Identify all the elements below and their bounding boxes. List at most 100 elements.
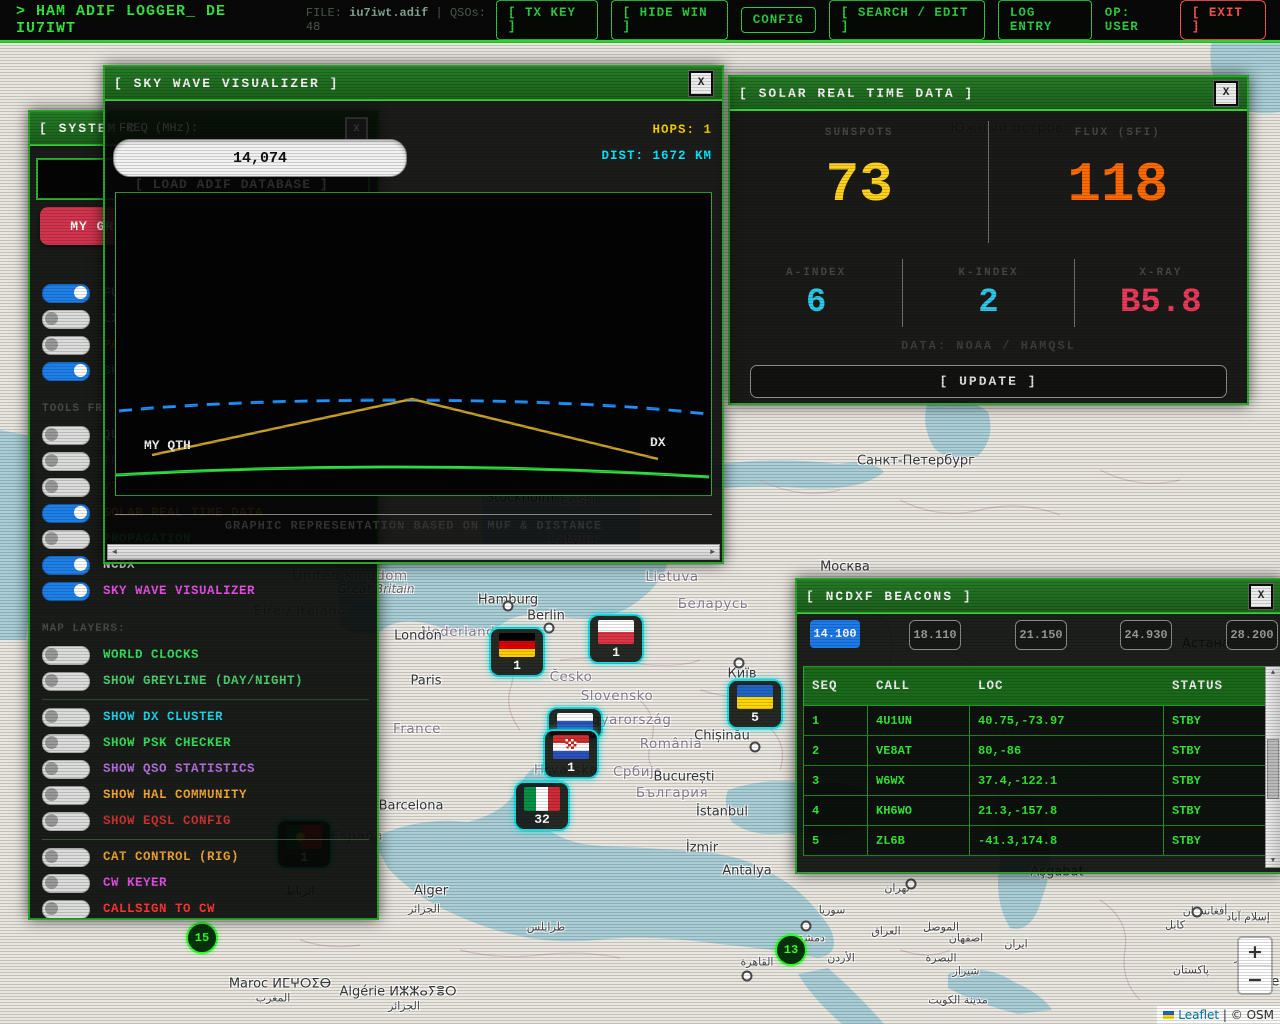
toggle-switch-show-psk-checker[interactable]: [42, 734, 90, 753]
toggle-switch-show[interactable]: [42, 362, 90, 381]
ncdxf-tab-24.930[interactable]: 24.930: [1120, 620, 1172, 650]
freq-input[interactable]: [113, 139, 407, 177]
map-zoom-in-button[interactable]: +: [1239, 938, 1271, 965]
flag-marker-germany[interactable]: 1: [489, 627, 545, 677]
solar-close-button[interactable]: X: [1214, 81, 1238, 106]
scroll-down-icon[interactable]: ▼: [1266, 857, 1280, 865]
ncdxf-scrollbar[interactable]: ▲ ▼: [1265, 666, 1280, 868]
map-label: България: [636, 785, 708, 801]
top-bar-actions: [ TX KEY ] [ HIDE WIN ] CONFIG [ SEARCH / E…: [496, 0, 1266, 40]
scroll-up-icon[interactable]: ▲: [1266, 669, 1280, 677]
toggle-switch-text[interactable]: [42, 452, 90, 471]
solar-metric-k-index: K-INDEX2: [902, 255, 1074, 333]
beacon-cell: 3: [804, 766, 868, 796]
toggle-switch-show-dx-cluster[interactable]: [42, 708, 90, 727]
skywave-close-button[interactable]: X: [689, 71, 713, 96]
toggle-switch-part[interactable]: [42, 336, 90, 355]
cluster-marker[interactable]: 13: [775, 934, 807, 966]
toggle-switch-show-greyline-day-night[interactable]: [42, 672, 90, 691]
beacon-cell: KH6WO: [868, 796, 970, 826]
city-dot-icon: [750, 742, 761, 753]
app-screen: Санкт-ПетербургМоскваStockholmEestiLatvi…: [0, 0, 1280, 1024]
toggle-knob: [45, 876, 58, 889]
toggle-switch-callsign-to-cw[interactable]: [42, 900, 90, 919]
toggle-row-show-psk-checker: SHOW PSK CHECKER: [42, 730, 369, 756]
solar-titlebar[interactable]: [ SOLAR REAL TIME DATA ] X: [730, 77, 1247, 111]
ncdxf-tab-14.100[interactable]: 14.100: [810, 620, 860, 648]
solar-metric-x-ray: X-RAYB5.8: [1075, 255, 1247, 333]
operator-label: OP: USER: [1105, 6, 1167, 34]
section-header: MAP LAYERS:: [42, 616, 369, 642]
beacon-row-W6WX[interactable]: 3W6WX37.4,-122.1STBY: [803, 766, 1266, 796]
toggle-row-cw-keyer: CW KEYER: [42, 870, 369, 896]
toggle-row-sky-wave-visualizer: SKY WAVE VISUALIZER: [42, 578, 369, 604]
topbar-button-tx-key[interactable]: [ TX KEY ]: [496, 0, 598, 40]
file-info: FILE: iu7iwt.adif | QSOs: 48: [306, 6, 496, 34]
scroll-left-icon[interactable]: ◄: [108, 548, 121, 557]
toggle-switch-quic[interactable]: [42, 426, 90, 445]
ncdxf-titlebar[interactable]: [ NCDXF BEACONS ] X: [797, 580, 1280, 614]
ncdxf-tab-18.110[interactable]: 18.110: [909, 620, 961, 650]
beacon-cell: 2: [804, 736, 868, 766]
hops-readout: HOPS: 1: [652, 123, 712, 137]
toggle-switch-world-clocks[interactable]: [42, 646, 90, 665]
skywave-scrollbar[interactable]: ◄ ►: [107, 544, 720, 560]
toggle-row-show-eqsl-config: SHOW EQSL CONFIG: [42, 808, 369, 834]
solar-divider: [902, 259, 903, 327]
toggle-switch-propagation[interactable]: [42, 530, 90, 549]
cluster-marker[interactable]: 15: [186, 922, 218, 954]
dist-value: 1672 KM: [652, 149, 712, 163]
beacon-row-VE8AT[interactable]: 2VE8AT80,-86STBY: [803, 736, 1266, 766]
beacon-cell: STBY: [1164, 706, 1266, 736]
toggle-switch-full[interactable]: [42, 284, 90, 303]
flag-marker-ukraine[interactable]: 5: [727, 679, 783, 729]
osm-link[interactable]: © OSM: [1231, 1008, 1274, 1022]
skywave-divider: [115, 514, 712, 515]
ncdxf-close-button[interactable]: X: [1249, 584, 1273, 609]
metric-label: A-INDEX: [786, 267, 846, 279]
solar-update-button[interactable]: [ UPDATE ]: [750, 365, 1227, 398]
metric-value: B5.8: [1120, 279, 1202, 327]
scrollbar-thumb[interactable]: [1267, 739, 1279, 799]
toggle-knob: [45, 762, 58, 775]
toggle-switch-cw-keyer[interactable]: [42, 874, 90, 893]
beacon-row-4U1UN[interactable]: 14U1UN40.75,-73.97STBY: [803, 706, 1266, 736]
topbar-button-search-edit[interactable]: [ SEARCH / EDIT ]: [829, 0, 985, 40]
toggle-knob: [45, 338, 58, 351]
toggle-row-show-dx-cluster: SHOW DX CLUSTER: [42, 704, 369, 730]
map-label: France: [393, 721, 441, 737]
ncdxf-tab-21.150[interactable]: 21.150: [1015, 620, 1067, 650]
toggle-switch-sky-wave-visualizer[interactable]: [42, 582, 90, 601]
toggle-knob: [45, 814, 58, 827]
topbar-button-hide-win[interactable]: [ HIDE WIN ]: [611, 0, 728, 40]
topbar-button-log-entry[interactable]: LOG ENTRY: [998, 0, 1092, 40]
flag-marker-croatia[interactable]: 1: [543, 729, 599, 779]
marker-count: 32: [519, 811, 565, 828]
toggle-switch-show-hal-community[interactable]: [42, 786, 90, 805]
map-label: شیراز: [953, 965, 980, 978]
toggle-switch-show-qso-statistics[interactable]: [42, 760, 90, 779]
scroll-right-icon[interactable]: ►: [706, 548, 719, 557]
flag-marker-italy[interactable]: 32: [514, 781, 570, 831]
exit-button[interactable]: [ EXIT ]: [1180, 0, 1266, 40]
toggle-knob: [45, 648, 58, 661]
ncdxf-tab-28.200[interactable]: 28.200: [1226, 620, 1278, 650]
map-zoom-out-button[interactable]: −: [1239, 966, 1271, 993]
leaflet-link[interactable]: Leaflet: [1178, 1008, 1219, 1022]
topbar-button-config[interactable]: CONFIG: [741, 7, 816, 33]
toggle-switch-solar-real-time-data[interactable]: [42, 504, 90, 523]
map-label: Slovensko: [581, 688, 654, 704]
flag-marker-poland[interactable]: 1: [588, 614, 644, 664]
beacon-row-KH6WO[interactable]: 4KH6WO21.3,-157.8STBY: [803, 796, 1266, 826]
map-label: أفغانستان: [1183, 905, 1228, 918]
map-label: Berlin: [527, 609, 565, 624]
toggle-switch-show-eqsl-config[interactable]: [42, 812, 90, 831]
beacon-row-ZL6B[interactable]: 5ZL6B-41.3,174.8STBY: [803, 826, 1266, 856]
toggle-switch-ligh[interactable]: [42, 310, 90, 329]
toggle-switch-ncdx[interactable]: [42, 556, 90, 575]
toggle-switch-vint[interactable]: [42, 478, 90, 497]
skywave-titlebar[interactable]: [ SKY WAVE VISUALIZER ] X: [105, 67, 722, 101]
my-qth-label: MY QTH: [144, 438, 191, 453]
toggle-label: SKY WAVE VISUALIZER: [103, 584, 255, 598]
toggle-switch-cat-control-rig[interactable]: [42, 848, 90, 867]
